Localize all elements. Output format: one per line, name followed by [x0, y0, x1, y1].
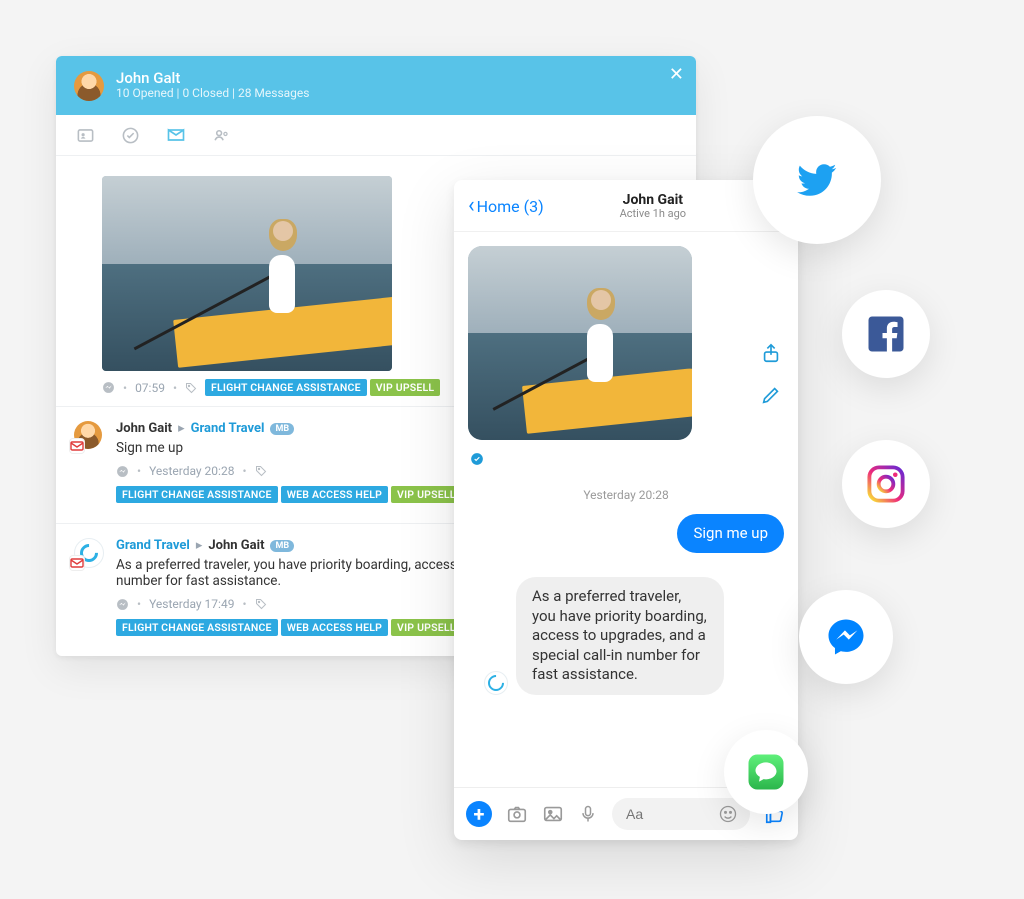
close-icon[interactable]: ✕ [669, 66, 684, 84]
tag[interactable]: VIP UPSELL [391, 619, 462, 636]
edit-icon[interactable] [760, 384, 782, 406]
channel-pill: MB [270, 423, 294, 435]
messenger-channel-icon [116, 465, 129, 478]
message-attachment-image[interactable] [468, 246, 692, 440]
arrow-icon: ▸ [196, 538, 203, 553]
message-time: Yesterday 17:49 [149, 597, 234, 611]
tab-messages[interactable] [166, 125, 186, 145]
from-org: Grand Travel [116, 538, 190, 553]
channel-badge [70, 439, 84, 453]
tag[interactable]: FLIGHT CHANGE ASSISTANCE [205, 379, 367, 396]
from-user: John Gait [116, 421, 172, 436]
channel-pill: MB [270, 540, 294, 552]
social-twitter-icon [753, 116, 881, 244]
chevron-left-icon: ‹ [468, 195, 475, 217]
message-tags: FLIGHT CHANGE ASSISTANCE VIP UPSELL [205, 379, 440, 396]
message-attachment-image[interactable] [102, 176, 392, 371]
customer-avatar [74, 71, 104, 101]
tag[interactable]: WEB ACCESS HELP [281, 486, 388, 503]
tag[interactable]: VIP UPSELL [370, 379, 441, 396]
sent-message[interactable]: Sign me up [677, 514, 784, 554]
attachment-actions [760, 342, 782, 406]
received-message-row: As a preferred traveler, you have priori… [468, 567, 740, 705]
tag[interactable]: VIP UPSELL [391, 486, 462, 503]
arrow-icon: ▸ [178, 421, 185, 436]
messenger-channel-icon [102, 381, 115, 394]
tag[interactable]: FLIGHT CHANGE ASSISTANCE [116, 486, 278, 503]
social-sms-icon [724, 730, 808, 814]
gallery-icon[interactable] [542, 803, 564, 825]
to-org: Grand Travel [191, 421, 265, 436]
message-time: 07:59 [135, 381, 165, 395]
sender-mini-avatar [484, 671, 508, 695]
tab-tasks[interactable] [121, 125, 140, 145]
conversation-timestamp: Yesterday 20:28 [468, 488, 784, 502]
social-messenger-icon [799, 590, 893, 684]
tab-contacts[interactable] [212, 125, 231, 145]
social-facebook-icon [842, 290, 930, 378]
microphone-icon[interactable] [578, 804, 598, 824]
compose-input[interactable] [624, 805, 708, 823]
share-icon[interactable] [760, 342, 782, 364]
tab-profile[interactable] [76, 125, 95, 145]
messenger-channel-icon [116, 598, 129, 611]
compose-field[interactable] [612, 798, 750, 830]
presence-status: Active 1h ago [620, 208, 686, 221]
tag-icon [185, 382, 197, 394]
emoji-icon[interactable] [718, 804, 738, 824]
agent-tabs [56, 115, 696, 156]
back-label: Home (3) [477, 197, 544, 216]
tag-icon [255, 598, 267, 610]
tag-icon [255, 465, 267, 477]
customer-name: John Galt [116, 70, 309, 87]
agent-window-header: John Galt 10 Opened | 0 Closed | 28 Mess… [56, 56, 696, 115]
phone-header: ‹ Home (3) John Gait Active 1h ago [454, 180, 798, 232]
back-button[interactable]: ‹ Home (3) [468, 195, 544, 217]
message-time: Yesterday 20:28 [149, 464, 234, 478]
add-attachment-button[interactable]: + [466, 801, 492, 827]
customer-stats: 10 Opened | 0 Closed | 28 Messages [116, 87, 309, 101]
conversation-title: John Gait [620, 192, 686, 208]
camera-icon[interactable] [506, 803, 528, 825]
tag[interactable]: WEB ACCESS HELP [281, 619, 388, 636]
channel-badge [70, 556, 84, 570]
tag[interactable]: FLIGHT CHANGE ASSISTANCE [116, 619, 278, 636]
received-message[interactable]: As a preferred traveler, you have priori… [516, 577, 724, 695]
verified-icon [470, 452, 784, 466]
social-instagram-icon [842, 440, 930, 528]
to-user: John Gait [208, 538, 264, 553]
